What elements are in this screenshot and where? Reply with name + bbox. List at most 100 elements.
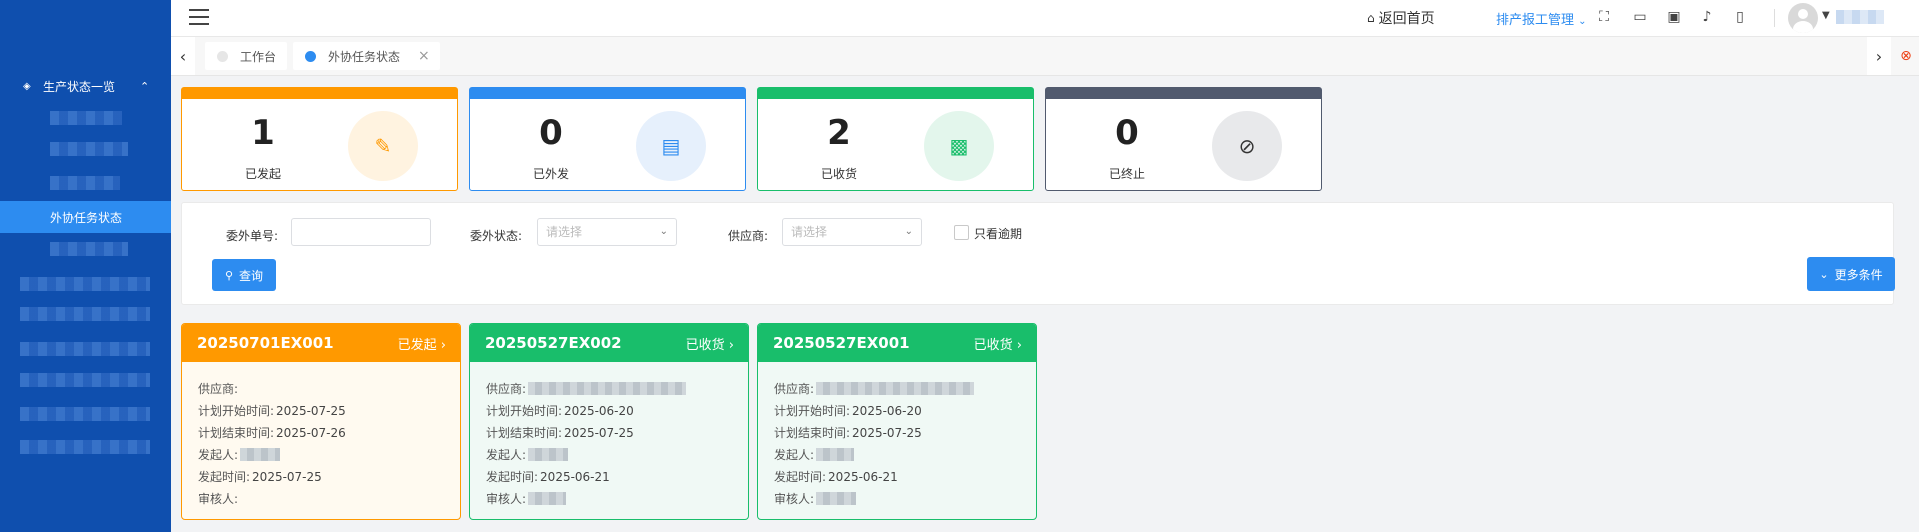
plan-end-value: 2025-07-26 [276, 425, 346, 440]
home-icon: ⌂ [1367, 11, 1375, 25]
clipboard-icon: ▤ [636, 111, 706, 181]
sidebar-item-redacted[interactable] [50, 176, 120, 190]
sidebar-item-redacted[interactable] [20, 342, 150, 356]
chevron-down-icon: ⌄ [1578, 16, 1587, 27]
supplier-label: 供应商: [728, 229, 769, 243]
sidebar-item-redacted[interactable] [20, 407, 150, 421]
task-card[interactable]: 20250527EX001 已收货 › 供应商: 计划开始时间: 2025-06-… [757, 323, 1037, 520]
initiator-redacted [240, 448, 281, 461]
tab-status-dot [217, 50, 228, 62]
task-status: 已发起 [397, 337, 437, 353]
task-status: 已收货 [973, 337, 1013, 353]
fullscreen-icon[interactable]: ⛶ [1595, 8, 1613, 26]
task-status-link[interactable]: 已发起 › [398, 334, 446, 353]
user-name-redacted[interactable] [1836, 10, 1884, 24]
plan-end-label: 计划结束时间: [486, 426, 563, 440]
query-button-label: 查询 [239, 268, 264, 283]
order-no-input[interactable] [291, 218, 431, 246]
stat-card-initiated[interactable]: 1 已发起 ✎ [181, 87, 458, 191]
task-code: 20250527EX001 [773, 334, 910, 352]
sidebar-item-redacted[interactable] [20, 373, 150, 387]
language-icon[interactable]: ▣ [1665, 8, 1683, 26]
chart-icon: ▩ [924, 111, 994, 181]
top-bar: ⌂ 返回首页 排产报工管理 ⌄ ⛶ ▭ ▣ ♪ ▯ ▼ [171, 0, 1919, 37]
reviewer-redacted [816, 492, 857, 505]
stat-card-received[interactable]: 2 已收货 ▩ [757, 87, 1034, 191]
task-status-link[interactable]: 已收货 › [686, 334, 734, 353]
bell-icon[interactable]: ♪ [1698, 8, 1716, 26]
tab-bar: ‹ 工作台 外协任务状态 × › ⊗ [171, 37, 1919, 76]
sidebar-item-redacted[interactable] [50, 142, 128, 156]
sent-time-value: 2025-07-25 [252, 469, 322, 484]
initiator-redacted [528, 448, 569, 461]
supplier-field-label: 供应商: [774, 382, 815, 396]
tab-label: 外协任务状态 [328, 49, 401, 64]
overdue-only-label: 只看逾期 [974, 227, 1023, 241]
chevron-right-icon: › [728, 337, 734, 353]
task-status: 已收货 [685, 337, 725, 353]
plan-start-label: 计划开始时间: [774, 404, 851, 418]
sidebar-group-production-status[interactable]: ◈ 生产状态一览 ⌃ [0, 76, 171, 96]
supplier-field-label: 供应商: [486, 382, 527, 396]
sidebar-item-redacted[interactable] [20, 440, 150, 454]
chevron-down-icon: ⌄ [1819, 267, 1829, 281]
chevron-up-icon: ⌃ [140, 79, 150, 93]
task-card-header: 20250527EX002 已收货 › [470, 324, 748, 362]
stat-card-dispatched[interactable]: 0 已外发 ▤ [469, 87, 746, 191]
tab-outsource-task-status[interactable]: 外协任务状态 × [293, 42, 440, 70]
chevron-right-icon: › [1016, 337, 1022, 353]
task-status-link[interactable]: 已收货 › [974, 334, 1022, 353]
stat-value: 0 [539, 113, 563, 153]
stat-card-terminated[interactable]: 0 已终止 ⊘ [1045, 87, 1322, 191]
reviewer-label: 审核人: [486, 492, 527, 506]
sidebar-item-redacted[interactable] [50, 242, 128, 256]
task-code: 20250701EX001 [197, 334, 334, 352]
module-switch-label: 排产报工管理 [1496, 13, 1575, 28]
close-icon[interactable]: × [418, 48, 430, 64]
tab-label: 工作台 [240, 49, 277, 64]
sidebar-item-label: 外协任务状态 [50, 210, 123, 225]
stat-label: 已收货 [820, 167, 857, 181]
task-card[interactable]: 20250527EX002 已收货 › 供应商: 计划开始时间: 2025-06-… [469, 323, 749, 520]
caret-down-icon[interactable]: ▼ [1822, 10, 1830, 21]
sent-time-label: 发起时间: [486, 470, 539, 484]
task-card[interactable]: 20250701EX001 已发起 › 供应商: 计划开始时间: 2025-07-… [181, 323, 461, 520]
supplier-field-label: 供应商: [198, 382, 239, 396]
layers-icon: ◈ [23, 80, 31, 92]
initiator-redacted [816, 448, 855, 461]
plan-start-value: 2025-06-20 [852, 403, 922, 418]
more-conditions-label: 更多条件 [1834, 267, 1883, 282]
home-link-label: 返回首页 [1378, 11, 1435, 27]
supplier-select[interactable]: 请选择 ⌄ [782, 218, 922, 246]
mobile-icon[interactable]: ▯ [1731, 8, 1749, 26]
status-label: 委外状态: [470, 229, 523, 243]
task-card-header: 20250701EX001 已发起 › [182, 324, 460, 362]
module-switch-menu[interactable]: 排产报工管理 ⌄ [1496, 9, 1587, 28]
plan-end-value: 2025-07-25 [852, 425, 922, 440]
task-card-header: 20250527EX001 已收货 › [758, 324, 1036, 362]
sent-time-value: 2025-06-21 [540, 469, 610, 484]
stat-label: 已终止 [1108, 167, 1145, 181]
more-conditions-button[interactable]: ⌄ 更多条件 [1807, 257, 1895, 291]
menu-toggle-icon[interactable] [189, 9, 209, 25]
query-button[interactable]: ⚲ 查询 [212, 259, 276, 291]
tab-scroll-right-icon[interactable]: › [1867, 37, 1891, 75]
supplier-redacted [816, 382, 975, 395]
supplier-redacted [528, 382, 687, 395]
sidebar-item-redacted[interactable] [20, 277, 150, 291]
monitor-icon[interactable]: ▭ [1631, 8, 1649, 26]
plan-end-label: 计划结束时间: [774, 426, 851, 440]
sidebar-item-outsource-task-status[interactable]: 外协任务状态 [0, 201, 171, 233]
tab-workbench[interactable]: 工作台 [205, 42, 287, 70]
sidebar-item-redacted[interactable] [50, 111, 122, 125]
avatar[interactable] [1788, 3, 1818, 33]
overdue-only-checkbox[interactable] [954, 225, 969, 240]
status-select[interactable]: 请选择 ⌄ [537, 218, 677, 246]
tab-scroll-left-icon[interactable]: ‹ [171, 37, 195, 75]
home-link[interactable]: ⌂ 返回首页 [1367, 8, 1435, 28]
stat-label: 已发起 [244, 167, 281, 181]
divider [1774, 9, 1775, 27]
sidebar-item-redacted[interactable] [20, 307, 150, 321]
close-all-tabs-icon[interactable]: ⊗ [1893, 37, 1919, 75]
plan-start-value: 2025-06-20 [564, 403, 634, 418]
